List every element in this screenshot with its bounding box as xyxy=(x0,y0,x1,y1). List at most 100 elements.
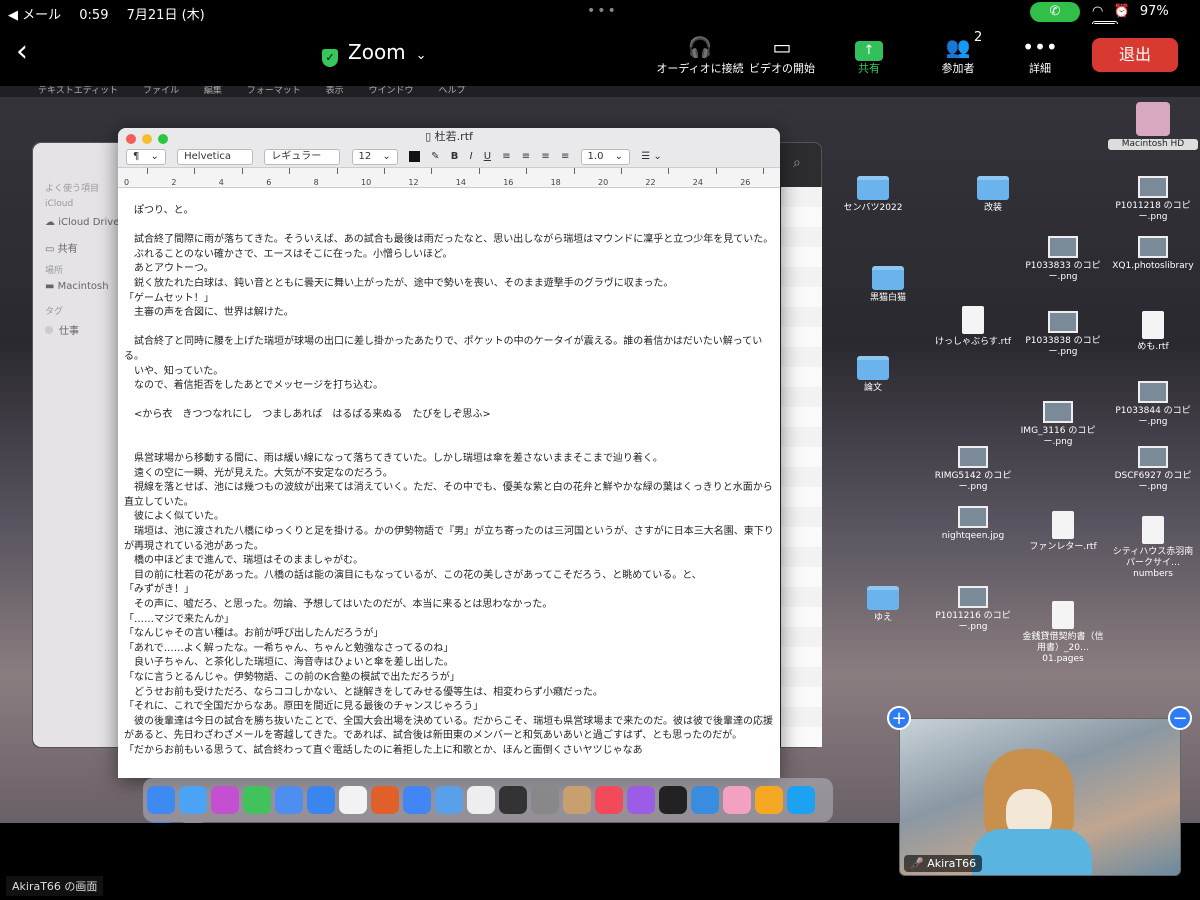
desktop-icon[interactable]: P1011218 のコピー.png xyxy=(1110,176,1196,223)
paragraph-style-select[interactable]: ¶ ⌄ xyxy=(126,149,166,165)
search-icon[interactable]: ⌕ xyxy=(793,155,801,171)
dock-app-icon[interactable] xyxy=(723,786,751,814)
close-icon[interactable] xyxy=(126,134,136,144)
minimize-icon[interactable] xyxy=(142,134,152,144)
dock-app-icon[interactable] xyxy=(179,822,207,823)
dock-app-icon[interactable] xyxy=(691,786,719,814)
tab-stop-icon[interactable] xyxy=(478,168,480,174)
meeting-title[interactable]: ✓ Zoom ⌄ xyxy=(322,40,427,67)
dock-app-icon[interactable] xyxy=(499,786,527,814)
img-icon xyxy=(1138,381,1168,403)
dock-app-icon[interactable] xyxy=(371,786,399,814)
tab-stop-icon[interactable] xyxy=(715,168,717,174)
desktop-icon[interactable]: P1011216 のコピー.png xyxy=(930,586,1016,633)
tab-stop-icon[interactable] xyxy=(289,168,291,174)
audio-button[interactable]: 🎧 オーディオに接続 xyxy=(656,34,744,76)
sidebar-item-shared[interactable]: ▭ 共有 xyxy=(45,240,119,263)
multitask-dots-icon[interactable]: ••• xyxy=(587,3,618,19)
video-thumbnail[interactable]: 🎤̸ AkiraT66 xyxy=(899,718,1181,876)
tab-stop-icon[interactable] xyxy=(526,168,528,174)
window-titlebar[interactable]: ▯ 杜若.rtf xyxy=(118,128,780,146)
desktop-icon[interactable]: ゆえ xyxy=(840,586,926,624)
carrier[interactable]: ◀ メール xyxy=(8,8,61,23)
dock-app-icon[interactable] xyxy=(147,822,175,823)
dock-app-icon[interactable] xyxy=(627,786,655,814)
tab-stop-icon[interactable] xyxy=(621,168,622,174)
desktop-icon[interactable]: nightqeen.jpg xyxy=(930,506,1016,542)
desktop-icon[interactable]: ファンレター.rtf xyxy=(1020,511,1106,553)
desktop-icon[interactable]: センバツ2022 xyxy=(830,176,916,214)
tab-stop-icon[interactable] xyxy=(147,168,148,174)
sidebar-item-macintosh[interactable]: ▬ Macintosh xyxy=(45,281,119,304)
more-button[interactable]: ••• 詳細 xyxy=(1020,34,1060,76)
tab-stop-icon[interactable] xyxy=(668,168,670,174)
font-size-select[interactable]: 12 ⌄ xyxy=(351,149,398,165)
desktop-icon[interactable]: 黒猫白猫 xyxy=(845,266,931,304)
desktop-icon[interactable]: けっしゃぶらす.rtf xyxy=(930,306,1016,348)
bold-button[interactable]: B xyxy=(451,146,459,168)
font-style-select[interactable]: レギュラー xyxy=(264,149,341,165)
desktop-icon[interactable]: RIMG5142 のコピー.png xyxy=(930,446,1016,493)
desktop-icon[interactable]: P1033833 のコピー.png xyxy=(1020,236,1106,283)
underline-button[interactable]: U xyxy=(484,146,491,168)
share-button[interactable]: ↑ 共有 xyxy=(846,34,892,76)
highlight-icon[interactable]: ✎ xyxy=(431,146,439,168)
align-center-icon[interactable]: ≡ xyxy=(522,146,530,168)
dock-app-icon[interactable] xyxy=(531,786,559,814)
font-family-select[interactable]: Helvetica xyxy=(177,149,254,165)
dock-app-icon[interactable] xyxy=(211,786,239,814)
dock-app-icon[interactable] xyxy=(755,786,783,814)
zoom-icon[interactable] xyxy=(158,134,168,144)
tab-stop-icon[interactable] xyxy=(384,168,385,174)
align-left-icon[interactable]: ≡ xyxy=(502,146,510,168)
dock-app-icon[interactable] xyxy=(307,786,335,814)
desktop-icon[interactable]: P1033844 のコピー.png xyxy=(1110,381,1196,428)
ruler-label: 16 xyxy=(503,178,514,187)
tab-stop-icon[interactable] xyxy=(763,168,765,174)
dock-app-icon[interactable] xyxy=(787,786,815,814)
back-chevron-icon[interactable]: ‹ xyxy=(16,34,28,69)
sidebar-item-icloud-drive[interactable]: ☁ iCloud Drive xyxy=(45,217,119,240)
italic-button[interactable]: I xyxy=(470,146,473,168)
list-icon[interactable]: ☰ ⌄ xyxy=(641,146,662,168)
desktop-icon[interactable]: めも.rtf xyxy=(1110,311,1196,353)
text-color-swatch[interactable] xyxy=(408,150,420,162)
desktop-icon[interactable]: シティハウス赤羽南パークサイ…numbers xyxy=(1110,516,1196,580)
video-button[interactable]: ▭ ビデオの開始 xyxy=(746,34,818,76)
dock-app-icon[interactable] xyxy=(403,786,431,814)
document-text[interactable]: ぽつり、と。 試合終了間際に雨が落ちてきた。そういえば、あの試合も最後は雨だった… xyxy=(118,188,780,758)
dock-app-icon[interactable] xyxy=(563,786,591,814)
dock-app-icon[interactable] xyxy=(275,786,303,814)
dock-app-icon[interactable] xyxy=(243,786,271,814)
tab-stop-icon[interactable] xyxy=(194,168,196,174)
desktop-icon[interactable]: XQ1.photoslibrary xyxy=(1110,236,1196,272)
dock-app-icon[interactable] xyxy=(659,786,687,814)
macintosh-hd-icon[interactable]: Macintosh HD xyxy=(1108,102,1198,150)
minimize-video-icon[interactable]: − xyxy=(1168,706,1192,730)
tab-stop-icon[interactable] xyxy=(573,168,575,174)
ruler[interactable]: 0 2 4 6 8 10 12 14 16 18 20 22 24 26 xyxy=(118,168,780,188)
desktop-icon[interactable]: DSCF6927 のコピー.png xyxy=(1110,446,1196,493)
desktop-icon[interactable]: IMG_3116 のコピー.png xyxy=(1015,401,1101,448)
dock-app-icon[interactable] xyxy=(339,786,367,814)
desktop-icon[interactable]: 改装 xyxy=(950,176,1036,214)
align-right-icon[interactable]: ≡ xyxy=(541,146,549,168)
tab-stop-icon[interactable] xyxy=(431,168,433,174)
dock-app-icon[interactable] xyxy=(179,786,207,814)
tab-stop-icon[interactable] xyxy=(241,168,243,174)
add-icon[interactable]: + xyxy=(887,706,911,730)
justify-icon[interactable]: ≡ xyxy=(561,146,569,168)
tab-stop-icon[interactable] xyxy=(336,168,338,174)
sidebar-tag[interactable]: 仕事 xyxy=(45,322,119,345)
dock-app-icon[interactable] xyxy=(595,786,623,814)
desktop-icon[interactable]: 論文 xyxy=(830,356,916,394)
call-indicator-icon[interactable]: ✆ xyxy=(1030,2,1080,22)
text-line: 橋の中ほどまで進んで、瑞垣はそのまましゃがむ。 xyxy=(124,555,364,567)
leave-button[interactable]: 退出 xyxy=(1092,38,1178,72)
dock-app-icon[interactable] xyxy=(435,786,463,814)
desktop-icon[interactable]: P1033838 のコピー.png xyxy=(1020,311,1106,358)
dock-app-icon[interactable] xyxy=(147,786,175,814)
line-spacing-select[interactable]: 1.0 ⌄ xyxy=(580,149,630,165)
dock-app-icon[interactable] xyxy=(467,786,495,814)
desktop-icon[interactable]: 金銭貸借契約書（信用書）_20…01.pages xyxy=(1020,601,1106,665)
